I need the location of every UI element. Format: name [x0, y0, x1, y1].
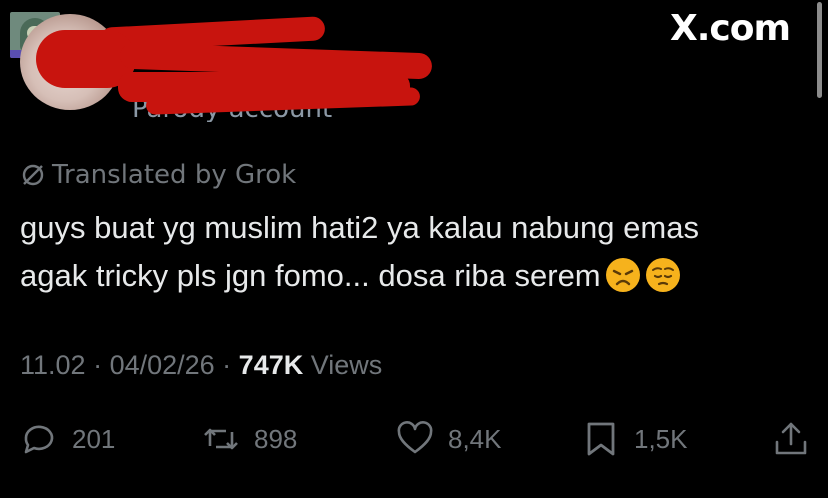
- action-bar: 201 898 8,4K 1,5K: [0, 420, 828, 460]
- reply-button[interactable]: 201: [20, 420, 115, 458]
- views-label: Views: [310, 350, 383, 380]
- meta-separator: ·: [85, 350, 110, 380]
- tweet-line-with-emoji: agak tricky pls jgn fomo... dosa riba se…: [20, 252, 820, 300]
- brand-logo: X.com: [669, 8, 791, 49]
- bookmark-button[interactable]: 1,5K: [582, 420, 688, 458]
- pensive-face-icon: [645, 258, 680, 292]
- translation-label: Translated by Grok: [52, 160, 297, 190]
- meta-separator: ·: [214, 350, 239, 380]
- like-count: 8,4K: [448, 423, 502, 454]
- tweet-line: guys buat yg muslim hati2 ya kalau nabun…: [20, 210, 699, 245]
- bookmark-icon: [587, 422, 615, 456]
- bookmark-count: 1,5K: [634, 423, 688, 454]
- disappointed-face-icon: [605, 258, 640, 292]
- tweet-meta: 11.02 · 04/02/26 · 747K Views: [20, 350, 382, 381]
- repost-button[interactable]: 898: [202, 420, 297, 458]
- share-icon: [775, 422, 807, 455]
- share-button[interactable]: [772, 420, 810, 458]
- repost-count: 898: [254, 423, 298, 454]
- repost-icon: [204, 428, 238, 450]
- translate-icon: [22, 164, 44, 186]
- reply-icon: [24, 425, 54, 454]
- views-count: 747K: [238, 350, 304, 380]
- scrollbar[interactable]: [817, 2, 822, 98]
- tweet-line: agak tricky pls jgn fomo... dosa riba se…: [20, 258, 601, 293]
- like-button[interactable]: 8,4K: [396, 420, 502, 458]
- heart-icon: [397, 421, 433, 454]
- tweet-text: guys buat yg muslim hati2 ya kalau nabun…: [20, 204, 820, 300]
- tweet-date[interactable]: 04/02/26: [110, 350, 215, 380]
- translation-note: Translated by Grok: [20, 160, 296, 190]
- tweet-time[interactable]: 11.02: [20, 350, 86, 380]
- reply-count: 201: [72, 423, 116, 454]
